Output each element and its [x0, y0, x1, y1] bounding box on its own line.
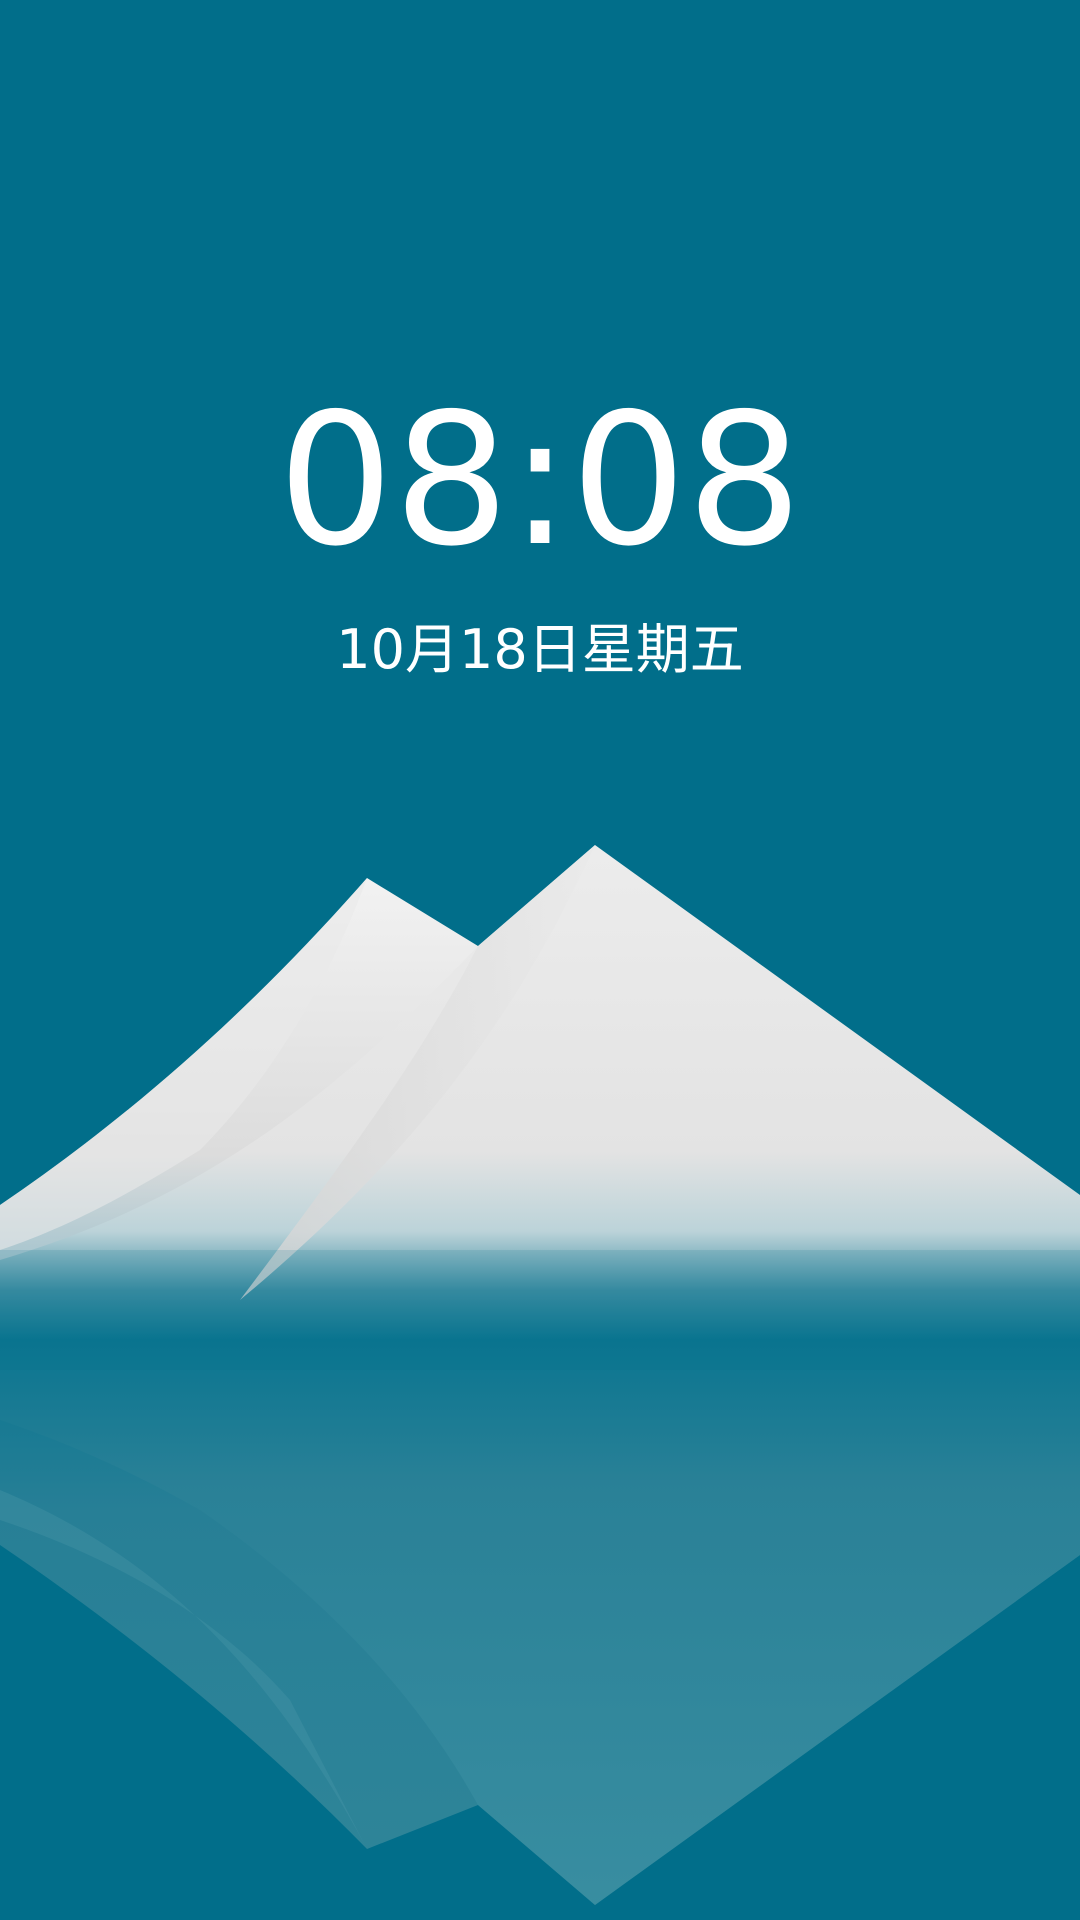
wallpaper-image	[0, 845, 1080, 1905]
lockscreen-date: 10月18日星期五	[336, 618, 744, 681]
lockscreen-clock: 08:08	[277, 374, 803, 586]
lock-screen[interactable]: 08:08 10月18日星期五	[0, 0, 1080, 1920]
